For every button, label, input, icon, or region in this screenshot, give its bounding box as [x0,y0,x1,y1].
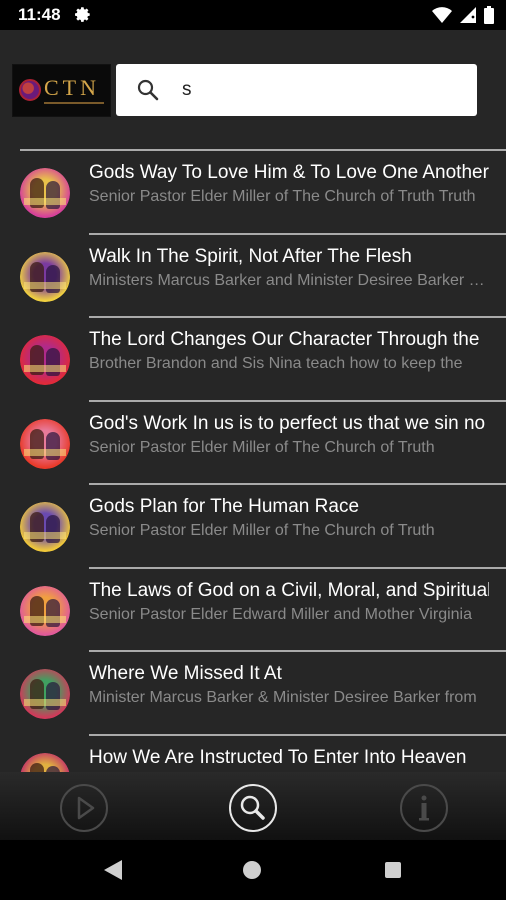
thumbnail-band [24,532,66,539]
result-subtitle: Senior Pastor Elder Edward Miller and Mo… [89,605,472,623]
status-time: 11:48 [18,5,61,24]
results-list: Gods Way To Love Him & To Love One Anoth… [0,151,506,772]
logo-tagline [44,102,104,104]
thumbnail-band [24,365,66,372]
bottom-nav [0,772,506,840]
back-icon[interactable] [104,860,122,880]
result-item[interactable]: Where We Missed It At Minister Marcus Bar… [0,652,506,736]
thumbnail-background [20,585,70,636]
play-tab-button[interactable] [60,784,108,832]
result-title: Where We Missed It At [89,663,282,684]
thumbnail-background [20,669,70,719]
ctn-logo: CTN [12,64,111,117]
result-thumbnail [20,752,70,772]
result-title: The Laws of God on a Civil, Moral, and S… [89,579,489,601]
result-thumbnail [20,168,70,218]
search-bar[interactable] [116,64,477,116]
result-item[interactable]: God's Work In us is to perfect us that w… [0,402,506,485]
result-title: How We Are Instructed To Enter Into Heav… [89,746,467,768]
result-thumbnail [20,585,70,636]
result-thumbnail [20,669,70,719]
search-input[interactable] [182,76,452,104]
search-icon [137,79,159,101]
thumbnail-band [24,448,66,456]
thumbnail-band [24,615,66,623]
result-item[interactable]: The Lord Changes Our Character Through t… [0,318,506,402]
thumbnail-background [20,168,70,218]
result-subtitle: Minister Marcus Barker & Minister Desire… [89,689,477,706]
thumbnail-background [20,335,70,385]
result-item[interactable]: Gods Way To Love Him & To Love One Anoth… [0,151,506,235]
logo-text: CTN [44,75,100,100]
info-icon [419,795,429,821]
wifi-icon [432,7,452,23]
result-subtitle: Ministers Marcus Barker and Minister Des… [89,271,489,289]
result-item[interactable]: Gods Plan for The Human Race Senior Pasto… [0,485,506,569]
signal-icon [460,7,476,23]
result-thumbnail [20,418,70,469]
info-tab-button[interactable] [400,784,448,832]
status-bar: 11:48 [0,0,506,30]
result-subtitle: Senior Pastor Elder Miller of The Church… [89,438,435,456]
result-title: God's Work In us is to perfect us that w… [89,412,486,434]
thumbnail-background [20,418,70,469]
app-content: CTN Gods Way To Love Him & To Love One A… [0,30,506,772]
result-title: The Lord Changes Our Character Through t… [89,329,480,350]
search-icon [240,795,265,820]
system-nav-bar [0,840,506,900]
result-subtitle: Senior Pastor Elder Miller of The Church… [89,188,476,205]
thumbnail-band [24,198,66,205]
status-icons [432,6,494,24]
battery-icon [484,6,494,24]
result-thumbnail [20,502,70,552]
logo-emblem-icon [19,79,41,101]
play-icon [77,796,95,820]
result-subtitle: Brother Brandon and Sis Nina teach how t… [89,355,463,372]
home-icon[interactable] [243,861,261,879]
result-title: Gods Plan for The Human Race [89,496,360,517]
result-title: Walk In The Spirit, Not After The Flesh [89,245,412,267]
result-item[interactable]: Walk In The Spirit, Not After The Flesh M… [0,235,506,318]
thumbnail-background [20,752,70,772]
thumbnail-background [20,251,70,302]
gear-icon [75,7,90,22]
result-item[interactable]: How We Are Instructed To Enter Into Heav… [0,736,506,772]
thumbnail-band [24,699,66,706]
recents-icon[interactable] [385,862,401,878]
result-thumbnail [20,335,70,385]
result-item[interactable]: The Laws of God on a Civil, Moral, and S… [0,569,506,652]
result-thumbnail [20,251,70,302]
thumbnail-band [24,281,66,289]
thumbnail-background [20,502,70,552]
search-tab-button[interactable] [229,784,277,832]
result-subtitle: Senior Pastor Elder Miller of The Church… [89,522,435,539]
result-title: Gods Way To Love Him & To Love One Anoth… [89,162,489,183]
